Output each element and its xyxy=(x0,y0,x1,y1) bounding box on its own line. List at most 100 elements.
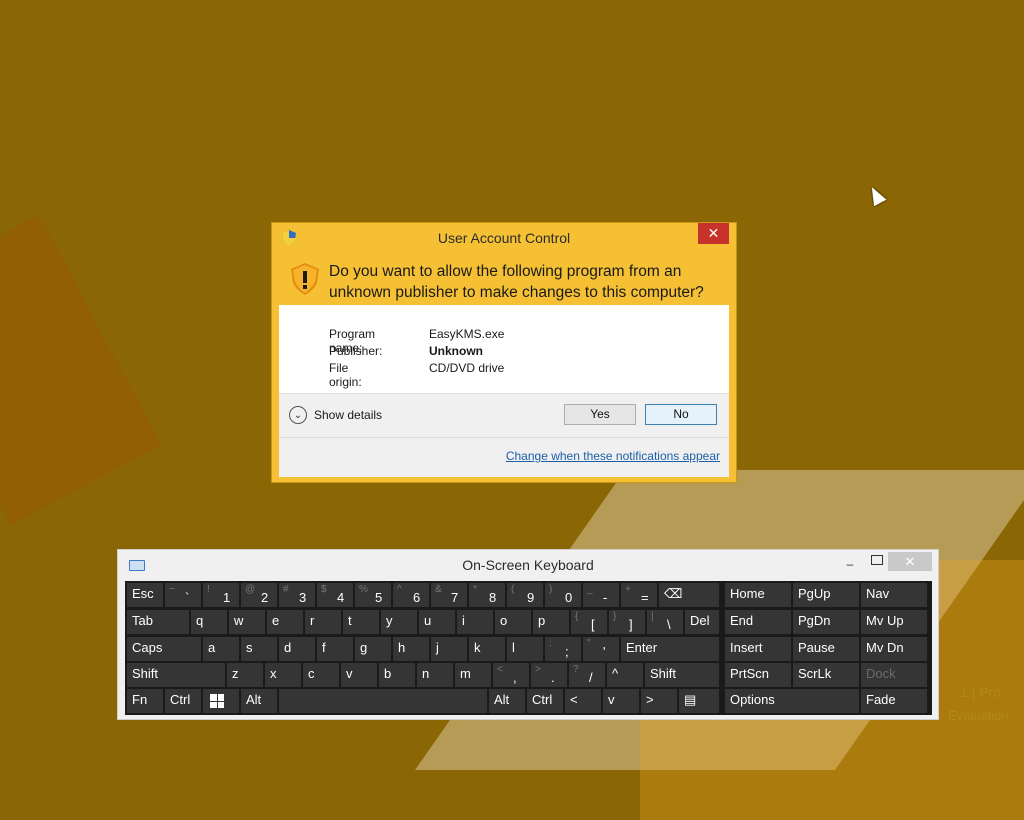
key-right[interactable]: > xyxy=(641,689,677,713)
key-o[interactable]: o xyxy=(495,610,531,634)
key-r[interactable]: r xyxy=(305,610,341,634)
key-del[interactable]: Del xyxy=(685,610,719,634)
key-7[interactable]: & 7 xyxy=(431,583,467,607)
key-p[interactable]: p xyxy=(533,610,569,634)
key-e[interactable]: e xyxy=(267,610,303,634)
close-button[interactable]: ✕ xyxy=(698,223,729,244)
no-button[interactable]: No xyxy=(645,404,717,425)
key-minus[interactable]: _ - xyxy=(583,583,619,607)
key-u[interactable]: u xyxy=(419,610,455,634)
key-win[interactable] xyxy=(203,689,239,713)
key-2[interactable]: @2 xyxy=(241,583,277,607)
key-menu[interactable]: ▤ xyxy=(679,689,719,713)
key-5[interactable]: % 5 xyxy=(355,583,391,607)
key-label: i xyxy=(462,613,465,628)
minimize-button[interactable]: – xyxy=(844,557,856,571)
key-z[interactable]: z xyxy=(227,663,263,687)
key-g[interactable]: g xyxy=(355,637,391,661)
key-s[interactable]: s xyxy=(241,637,277,661)
key-slash[interactable]: ? / xyxy=(569,663,605,687)
key-i[interactable]: i xyxy=(457,610,493,634)
key-j[interactable]: j xyxy=(431,637,467,661)
key-caps[interactable]: Caps xyxy=(127,637,201,661)
key-shift-right[interactable]: Shift xyxy=(645,663,719,687)
key-label: f xyxy=(322,640,326,655)
key-equals[interactable]: + = xyxy=(621,583,657,607)
key-shift-label: { xyxy=(575,611,579,622)
key-comma[interactable]: <, xyxy=(493,663,529,687)
key-esc[interactable]: Esc xyxy=(127,583,163,607)
key-shift-label: > xyxy=(535,664,541,675)
uac-titlebar[interactable]: User Account Control ✕ xyxy=(272,223,736,253)
key-fn[interactable]: Fn xyxy=(127,689,163,713)
show-details-toggle[interactable]: ⌄ Show details xyxy=(289,406,382,424)
key-alt-left[interactable]: Alt xyxy=(241,689,277,713)
key-shift-left[interactable]: Shift xyxy=(127,663,225,687)
key-tab[interactable]: Tab xyxy=(127,610,189,634)
uac-footer: ⌄ Show details Yes No Change when these … xyxy=(279,393,729,477)
key-semicolon[interactable]: :; xyxy=(545,637,581,661)
key-label: h xyxy=(398,640,406,655)
key-pause[interactable]: Pause xyxy=(793,637,859,661)
key-enter[interactable]: Enter xyxy=(621,637,719,661)
key-alt-right[interactable]: Alt xyxy=(489,689,525,713)
key-y[interactable]: y xyxy=(381,610,417,634)
key-pgup[interactable]: PgUp xyxy=(793,583,859,607)
key-v[interactable]: v xyxy=(341,663,377,687)
key-l[interactable]: l xyxy=(507,637,543,661)
key-period[interactable]: >. xyxy=(531,663,567,687)
key-k[interactable]: k xyxy=(469,637,505,661)
key-9[interactable]: (9 xyxy=(507,583,543,607)
key-label: ▤ xyxy=(684,692,697,707)
key-insert[interactable]: Insert xyxy=(725,637,791,661)
key-6[interactable]: ^ 6 xyxy=(393,583,429,607)
key-space[interactable] xyxy=(279,689,487,713)
key-a[interactable]: a xyxy=(203,637,239,661)
key-fade[interactable]: Fade xyxy=(861,689,927,713)
key-8[interactable]: * 8 xyxy=(469,583,505,607)
key-m[interactable]: m xyxy=(455,663,491,687)
key-options[interactable]: Options xyxy=(725,689,859,713)
key-1[interactable]: ! 1 xyxy=(203,583,239,607)
key-lbracket[interactable]: {[ xyxy=(571,610,607,634)
key-c[interactable]: c xyxy=(303,663,339,687)
close-button[interactable]: ✕ xyxy=(888,552,932,571)
key-d[interactable]: d xyxy=(279,637,315,661)
key-mvdn[interactable]: Mv Dn xyxy=(861,637,927,661)
key-quote[interactable]: " ' xyxy=(583,637,619,661)
key-b[interactable]: b xyxy=(379,663,415,687)
key-home[interactable]: Home xyxy=(725,583,791,607)
key-shift-label: ^ xyxy=(397,584,402,595)
key-end[interactable]: End xyxy=(725,610,791,634)
key-t[interactable]: t xyxy=(343,610,379,634)
osk-titlebar[interactable]: On-Screen Keyboard – ✕ xyxy=(118,550,938,580)
key-0[interactable]: ) 0 xyxy=(545,583,581,607)
key-3[interactable]: #3 xyxy=(279,583,315,607)
key-up[interactable]: ^ xyxy=(607,663,643,687)
key-ctrl-right[interactable]: Ctrl xyxy=(527,689,563,713)
key-prtscn[interactable]: PrtScn xyxy=(725,663,791,687)
key-ctrl-left[interactable]: Ctrl xyxy=(165,689,201,713)
yes-button[interactable]: Yes xyxy=(564,404,636,425)
key-h[interactable]: h xyxy=(393,637,429,661)
key-backslash[interactable]: | \ xyxy=(647,610,683,634)
key-4[interactable]: $4 xyxy=(317,583,353,607)
chevron-down-icon: ⌄ xyxy=(289,406,307,424)
key-x[interactable]: x xyxy=(265,663,301,687)
key-backtick[interactable]: ~ ` xyxy=(165,583,201,607)
key-down[interactable]: v xyxy=(603,689,639,713)
key-mvup[interactable]: Mv Up xyxy=(861,610,927,634)
key-rbracket[interactable]: }] xyxy=(609,610,645,634)
key-pgdn[interactable]: PgDn xyxy=(793,610,859,634)
key-backspace[interactable]: ⌫ xyxy=(659,583,719,607)
key-w[interactable]: w xyxy=(229,610,265,634)
key-f[interactable]: f xyxy=(317,637,353,661)
maximize-button[interactable] xyxy=(871,555,883,565)
key-left[interactable]: < xyxy=(565,689,601,713)
key-scrlk[interactable]: ScrLk xyxy=(793,663,859,687)
key-n[interactable]: n xyxy=(417,663,453,687)
key-nav[interactable]: Nav xyxy=(861,583,927,607)
key-label: 5 xyxy=(375,590,383,605)
key-q[interactable]: q xyxy=(191,610,227,634)
change-notifications-link[interactable]: Change when these notifications appear xyxy=(506,449,720,463)
